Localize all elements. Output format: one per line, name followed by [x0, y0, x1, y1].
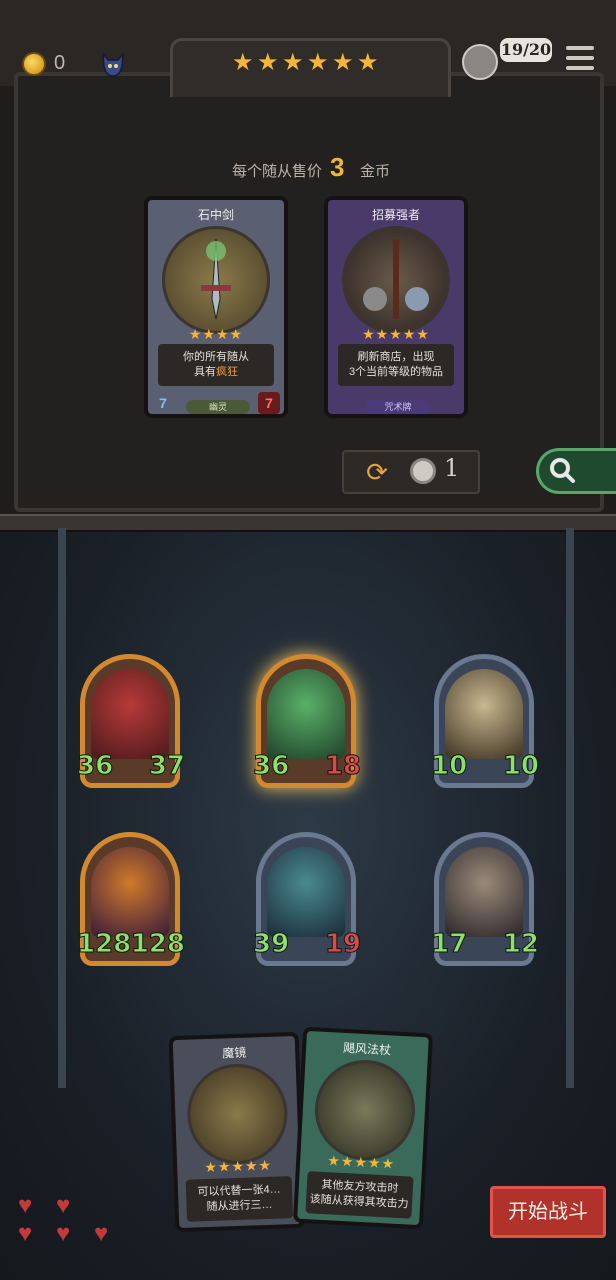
card-stars: ★★★★: [188, 326, 244, 342]
keyword-frenzy: 疯狂: [216, 366, 238, 378]
minion-attack: 128: [76, 929, 132, 960]
card-description: 你的所有随从 具有疯狂: [158, 344, 274, 386]
card-description: 刷新商店，出现 3个当前等级的物品: [338, 344, 454, 386]
health-gem: 7: [258, 392, 280, 414]
minion-health: 37: [148, 751, 185, 782]
minion-attack: 10: [430, 751, 468, 782]
card-desc-line: 具有疯狂: [158, 365, 274, 380]
tier-star: ★: [232, 49, 254, 76]
card-stars: ★★★★★: [326, 1152, 396, 1172]
minion-health: 128: [130, 929, 185, 960]
card-desc-line: 3个当前等级的物品: [348, 366, 444, 378]
hand-card-storm-staff[interactable]: 飓风法杖 ★★★★★ 其他友方攻击时 该随从获得其攻击力: [292, 1026, 434, 1230]
heart-icon: ♥: [56, 1192, 71, 1219]
tier-star: ★: [357, 49, 379, 76]
minion-health: 18: [324, 751, 361, 782]
sell-price-unit: 金币: [360, 163, 391, 180]
minion-health: 19: [324, 929, 361, 960]
minion-health: 12: [502, 929, 539, 960]
mummy-art: [445, 669, 523, 759]
minion-pumpkin-stack[interactable]: 128 128: [76, 832, 186, 966]
card-title: 招募强者: [371, 208, 420, 222]
shop-card-recruit[interactable]: 招募强者 ★★★★★ 刷新商店，出现 3个当前等级的物品 咒术牌: [324, 196, 468, 418]
recruit-art: [342, 226, 450, 334]
pumpkin-art: [91, 847, 169, 937]
tier-star: ★: [332, 49, 354, 76]
tier-star: ★: [307, 49, 329, 76]
refresh-cost: 1: [444, 454, 460, 482]
search-icon[interactable]: [548, 456, 576, 484]
shop-card-sword[interactable]: 石中剑 ★★★★ 你的所有随从 具有疯狂 幽灵 7 7: [144, 196, 288, 418]
hand-card-mirror[interactable]: 魔镜 ★★★★★ 可以代替一张4… 随从进行三…: [168, 1031, 306, 1233]
card-desc-text: 具有: [194, 366, 216, 378]
card-title: 石中剑: [197, 208, 234, 222]
minion-attack: 39: [252, 929, 290, 960]
tier-star: ★: [257, 49, 279, 76]
heart-icon: ♥: [56, 1220, 71, 1247]
card-stars: ★★★★★: [362, 326, 430, 342]
minion-winged-demon[interactable]: 17 12: [430, 832, 540, 966]
attack-gem: 7: [159, 395, 167, 411]
card-stars: ★★★★★: [204, 1156, 273, 1176]
card-tag: 咒术牌: [366, 400, 430, 414]
red-dragon-art: [91, 669, 169, 759]
card-description: 可以代替一张4… 随从进行三…: [185, 1176, 294, 1222]
horned-beast-art: [267, 847, 345, 937]
storm-staff-art: [312, 1057, 418, 1163]
winged-demon-art: [445, 847, 523, 937]
card-desc-line: 你的所有随从: [183, 351, 249, 363]
minion-mummy-priest[interactable]: 10 10: [430, 654, 540, 788]
card-title: 飓风法杖: [342, 1040, 392, 1058]
heart-icon: ♥: [94, 1220, 109, 1247]
shop-frame: [14, 72, 604, 512]
mirror-art: [185, 1062, 290, 1166]
player-avatar[interactable]: [462, 44, 498, 80]
minion-horned-beast[interactable]: 39 19: [252, 832, 362, 966]
heart-icon: ♥: [18, 1192, 33, 1219]
card-desc-line: 刷新商店，出现: [357, 351, 435, 363]
hamburger-icon[interactable]: [566, 46, 594, 72]
coin-icon: [22, 52, 46, 76]
card-title: 魔镜: [221, 1045, 247, 1061]
board-frame: [58, 528, 574, 1088]
sell-price-label: 每个随从售价: [232, 163, 323, 180]
sword-art: [162, 226, 270, 334]
minion-red-dragon[interactable]: 36 37: [76, 654, 186, 788]
cat-icon[interactable]: [100, 50, 126, 78]
minion-attack: 36: [76, 751, 114, 782]
minion-health: 10: [502, 751, 539, 782]
green-dragon-art: [267, 669, 345, 759]
card-description: 其他友方攻击时 该随从获得其攻击力: [305, 1171, 414, 1219]
heart-icon: ♥: [18, 1220, 33, 1247]
card-tag: 幽灵: [186, 400, 250, 414]
tier-star: ★: [282, 49, 304, 76]
minion-green-dragon[interactable]: 36 18: [252, 654, 362, 788]
silver-coin-icon: [410, 458, 436, 484]
turn-counter: 19/20: [500, 38, 552, 62]
start-battle-button[interactable]: 开始战斗: [490, 1186, 606, 1238]
sell-price-amount: 3: [330, 152, 345, 182]
minion-attack: 17: [430, 929, 468, 960]
refresh-icon[interactable]: ⟳: [362, 457, 392, 487]
minion-attack: 36: [252, 751, 290, 782]
gold-count: 0: [54, 52, 66, 74]
